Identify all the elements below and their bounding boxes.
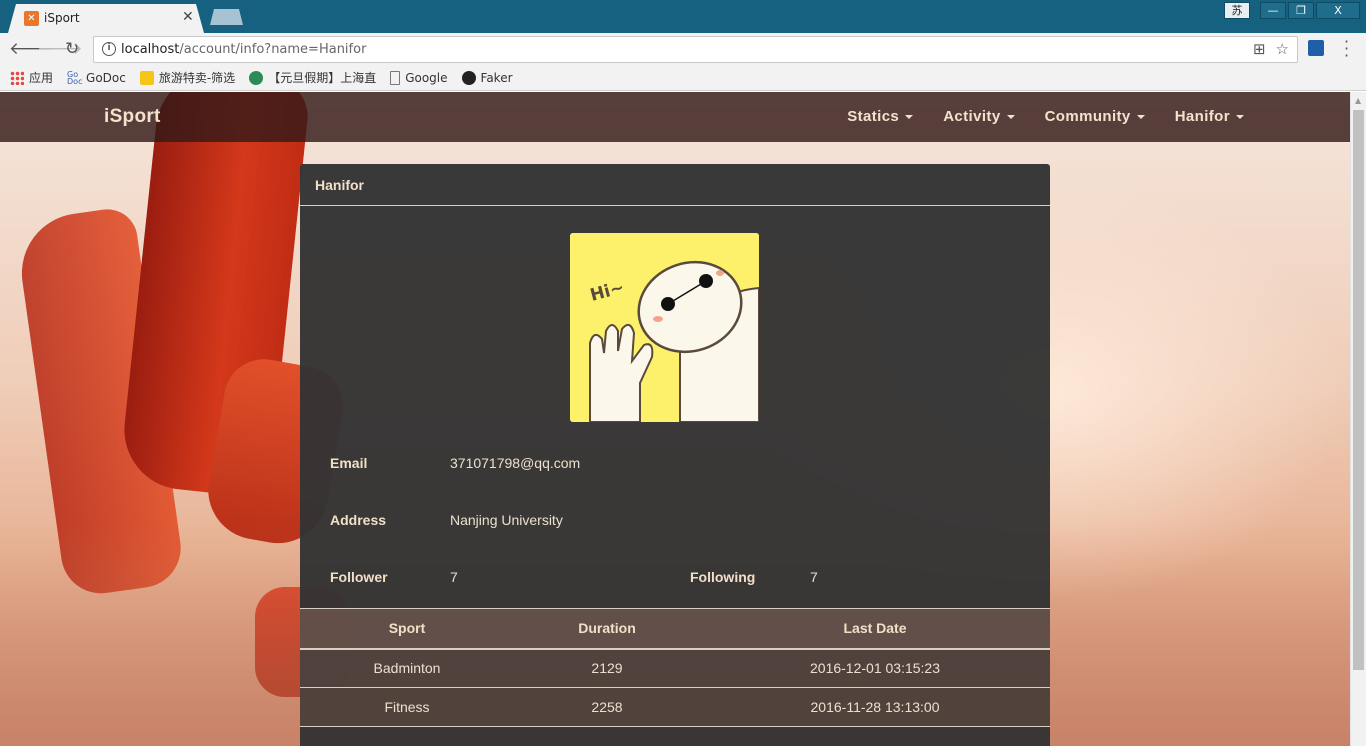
site-navbar: iSport Statics Activity Community Hanifo… [0, 92, 1350, 142]
address-label: Address [330, 512, 387, 528]
column-header-sport: Sport [300, 608, 514, 650]
bookmark-apps[interactable]: 应用 [10, 69, 53, 86]
caret-down-icon [1006, 115, 1015, 120]
github-icon [461, 70, 476, 85]
page-icon [390, 70, 401, 85]
following-label: Following [690, 569, 756, 585]
profile-header: Hanifor [300, 164, 1050, 206]
follower-count[interactable]: 7 [450, 569, 458, 585]
column-header-duration: Duration [514, 608, 700, 650]
url-host: localhost [121, 42, 180, 57]
browser-titlebar: ✕ iSport ✕ 苏 — ❐ X [0, 0, 1366, 33]
site-brand[interactable]: iSport [104, 106, 161, 128]
avatar: Hi~ [570, 233, 759, 422]
url-path: /account/info?name=Hanifor [179, 42, 367, 57]
sports-table: Sport Duration Last Date Badminton 2129 … [300, 608, 1050, 727]
extension-icon[interactable] [1308, 40, 1324, 56]
scrollbar-thumb[interactable] [1353, 110, 1364, 670]
duration-cell: 2129 [514, 648, 700, 688]
address-bar[interactable]: i localhost/account/info?name=Hanifor ⊞ … [93, 36, 1298, 63]
last-date-cell: 2016-11-28 13:13:00 [700, 687, 1050, 727]
new-tab-button[interactable] [210, 9, 243, 25]
page-scrollbar[interactable]: ▲ [1350, 92, 1366, 746]
bookmark-travel[interactable]: 旅游特卖-筛选 [139, 69, 235, 86]
tab-title: iSport [44, 11, 80, 25]
nav-activity-dropdown[interactable]: Activity [943, 108, 1015, 125]
sport-cell: Badminton [300, 648, 514, 688]
bookmarks-bar: 应用 Go Doc GoDoc 旅游特卖-筛选 【元旦假期】上海直 Google … [0, 65, 1366, 91]
caret-down-icon [1236, 115, 1244, 120]
nav-links: Statics Activity Community Hanifor [847, 108, 1244, 125]
browser-tab[interactable]: ✕ iSport ✕ [8, 4, 204, 33]
window-controls: 苏 — ❐ X [1224, 2, 1360, 19]
reload-icon[interactable]: ↻ [65, 39, 79, 59]
email-label: Email [330, 455, 368, 471]
table-row: Badminton 2129 2016-12-01 03:15:23 [300, 648, 1050, 688]
table-header-row: Sport Duration Last Date [300, 608, 1050, 650]
caret-down-icon [905, 115, 914, 120]
page-viewport: iSport Statics Activity Community Hanifo… [0, 92, 1350, 746]
travel-icon [139, 70, 154, 85]
browser-toolbar: 🡐 🡒 ↻ i localhost/account/info?name=Hani… [0, 33, 1366, 65]
table-row: Fitness 2258 2016-11-28 13:13:00 [300, 687, 1050, 727]
nav-statics-dropdown[interactable]: Statics [847, 108, 914, 125]
bookmark-google[interactable]: Google [390, 70, 448, 85]
duration-cell: 2258 [514, 687, 700, 727]
bookmark-godoc[interactable]: Go Doc GoDoc [67, 69, 126, 86]
url-text[interactable]: localhost/account/info?name=Hanifor [121, 42, 366, 57]
user-profile-button[interactable]: 苏 [1224, 2, 1250, 19]
translate-icon[interactable]: ⊞ [1253, 40, 1266, 58]
bookmark-faker[interactable]: Faker [461, 70, 513, 85]
star-icon[interactable]: ☆ [1276, 40, 1289, 58]
bookmark-holiday[interactable]: 【元旦假期】上海直 [249, 69, 376, 86]
restore-button[interactable]: ❐ [1288, 2, 1314, 19]
holiday-icon [249, 70, 264, 85]
godoc-icon: Go Doc [67, 69, 83, 86]
email-value: 371071798@qq.com [450, 455, 581, 471]
info-icon[interactable]: i [102, 42, 116, 56]
caret-down-icon [1136, 115, 1145, 120]
window-close-button[interactable]: X [1316, 2, 1360, 19]
minimize-button[interactable]: — [1260, 2, 1286, 19]
apps-grid-icon [10, 70, 24, 85]
profile-card: Hanifor Hi~ Email 371071798@qq.com Addre… [300, 164, 1050, 746]
xampp-favicon-icon: ✕ [24, 11, 39, 26]
follower-label: Follower [330, 569, 388, 585]
nav-community-dropdown[interactable]: Community [1045, 108, 1145, 125]
scroll-up-icon[interactable]: ▲ [1355, 96, 1361, 105]
menu-dots-icon[interactable]: · · · [1344, 34, 1349, 64]
close-icon[interactable]: ✕ [182, 9, 194, 25]
sport-cell: Fitness [300, 687, 514, 727]
nav-user-dropdown[interactable]: Hanifor [1175, 108, 1244, 125]
last-date-cell: 2016-12-01 03:15:23 [700, 648, 1050, 688]
address-value: Nanjing University [450, 512, 563, 528]
column-header-last-date: Last Date [700, 608, 1050, 650]
following-count[interactable]: 7 [810, 569, 818, 585]
